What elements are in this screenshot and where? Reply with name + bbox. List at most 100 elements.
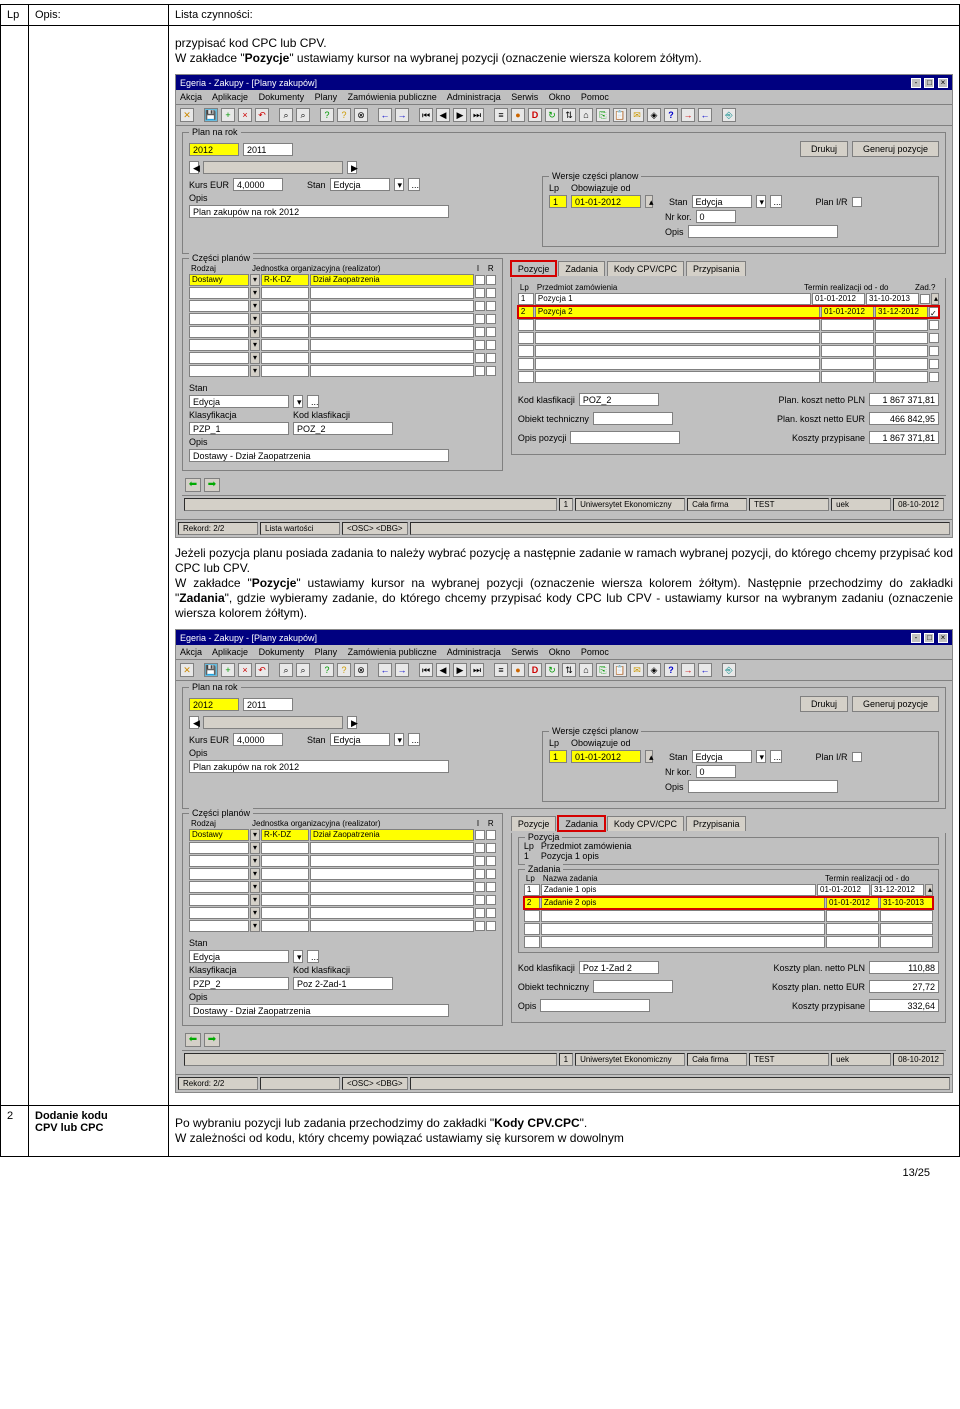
jedn-code[interactable]: R-K-DZ [261,829,309,841]
wersja-data[interactable]: 01-01-2012 [571,750,641,763]
scroll-right[interactable]: ▶ [347,716,357,729]
jedn-code[interactable]: R-K-DZ [261,274,309,286]
undo-icon[interactable]: ↶ [255,663,269,677]
tab-pozycje[interactable]: Pozycje [511,261,557,276]
poz-name[interactable]: Pozycja 1 [535,293,811,305]
r-checkbox[interactable] [486,830,496,840]
dropdown-icon[interactable]: ▾ [250,829,260,841]
zad-d2[interactable]: 31-10-2013 [880,897,933,909]
undo-icon[interactable]: ↶ [255,108,269,122]
poz-d2[interactable]: 31-12-2012 [875,306,928,318]
menu-item[interactable]: Administracja [447,92,501,102]
toolbar-icon[interactable]: ⎘ [596,663,610,677]
toolbar-icon[interactable]: ⊗ [354,108,368,122]
menu-item[interactable]: Akcja [180,92,202,102]
opis-field[interactable]: Plan zakupów na rok 2012 [189,205,449,218]
toolbar-icon[interactable]: ↻ [545,108,559,122]
toolbar-icon[interactable]: ← [698,663,712,677]
delete-icon[interactable]: × [238,108,252,122]
save-icon[interactable]: 💾 [204,663,218,677]
wersja-lp[interactable]: 1 [549,750,567,763]
prev-icon[interactable]: ← [378,108,392,122]
menu-item[interactable]: Serwis [511,92,538,102]
menu-item[interactable]: Zamówienia publiczne [348,647,437,657]
stan2-field[interactable]: Edycja [692,750,752,763]
back-icon[interactable]: ◀ [436,108,450,122]
kodklas2-field[interactable]: POZ_2 [579,393,659,406]
menu-item[interactable]: Aplikacje [212,647,248,657]
menu-item[interactable]: Pomoc [581,92,609,102]
prev-icon[interactable]: ← [378,663,392,677]
year2-field[interactable]: 2011 [243,143,293,156]
poz-d2[interactable]: 31-10-2013 [866,293,919,305]
generate-button[interactable]: Generuj pozycje [852,696,939,712]
opis-field[interactable]: Plan zakupów na rok 2012 [189,760,449,773]
stan2-field[interactable]: Edycja [692,195,752,208]
toolbar-icon[interactable]: ← [698,108,712,122]
last-icon[interactable]: ⏭ [470,663,484,677]
toolbar-icon[interactable]: 📋 [613,108,627,122]
obt-field[interactable] [593,412,673,425]
dropdown-icon[interactable]: ▾ [293,950,303,963]
delete-icon[interactable]: × [238,663,252,677]
stan3-field[interactable]: Edycja [189,395,289,408]
toolbar-icon[interactable]: ✕ [180,108,194,122]
nav-next-icon[interactable]: ➡ [204,1033,220,1047]
scroll-left[interactable]: ◀ [189,716,199,729]
nrkor-field[interactable]: 0 [696,210,736,223]
dropdown-icon[interactable]: ▾ [394,733,404,746]
poz-lp[interactable]: 2 [518,306,534,318]
r-checkbox[interactable] [486,275,496,285]
toolbar-icon[interactable]: ⇅ [562,108,576,122]
toolbar-icon[interactable]: ◈ [647,108,661,122]
toolbar-icon[interactable]: ≡ [494,108,508,122]
dropdown-icon[interactable]: ▾ [756,195,766,208]
menu-item[interactable]: Okno [549,92,571,102]
poz-lp[interactable]: 1 [524,851,540,861]
zad-lp[interactable]: 1 [524,884,540,896]
menu-item[interactable]: Okno [549,647,571,657]
stan-field[interactable]: Edycja [330,733,390,746]
kodklas-field[interactable]: POZ_2 [293,422,393,435]
opis4-field[interactable] [540,999,650,1012]
wersja-data[interactable]: 01-01-2012 [571,195,641,208]
first-icon[interactable]: ⏮ [419,108,433,122]
jedn-cell[interactable]: Dział Zaopatrzenia [310,274,474,286]
toolbar-icon[interactable]: ⇅ [562,663,576,677]
menu-item[interactable]: Zamówienia publiczne [348,92,437,102]
close-icon[interactable]: × [938,633,948,643]
nav-next-icon[interactable]: ➡ [204,478,220,492]
i-checkbox[interactable] [475,830,485,840]
lookup-button[interactable]: ... [307,395,319,408]
toolbar-icon[interactable]: ? [337,108,351,122]
lookup-button[interactable]: ... [408,178,420,191]
toolbar-icon[interactable]: ✕ [180,663,194,677]
menu-item[interactable]: Plany [315,92,338,102]
forward-icon[interactable]: ▶ [453,108,467,122]
lookup-button[interactable]: ... [307,950,319,963]
next-icon[interactable]: → [395,108,409,122]
toolbar-icon[interactable]: ≡ [494,663,508,677]
nav-prev-icon[interactable]: ⬅ [185,1033,201,1047]
zad-name[interactable]: Zadanie 2 opis [541,897,825,909]
toolbar-icon[interactable]: 📋 [613,663,627,677]
menu-item[interactable]: Administracja [447,647,501,657]
nav-prev-icon[interactable]: ⬅ [185,478,201,492]
toolbar-icon[interactable]: ◈ [647,663,661,677]
query-icon[interactable]: ⌕ [279,663,293,677]
menu-item[interactable]: Pomoc [581,647,609,657]
wersja-lp[interactable]: 1 [549,195,567,208]
planir-checkbox[interactable] [852,752,862,762]
toolbar-icon[interactable]: ⌂ [579,108,593,122]
first-icon[interactable]: ⏮ [419,663,433,677]
poz-lp[interactable]: 1 [518,293,534,305]
query-icon[interactable]: ⌕ [296,663,310,677]
stan3-field[interactable]: Edycja [189,950,289,963]
minimize-icon[interactable]: - [911,78,921,88]
generate-button[interactable]: Generuj pozycje [852,141,939,157]
opispoz-field[interactable] [570,431,680,444]
maximize-icon[interactable]: □ [924,633,934,643]
scroll-right[interactable]: ▶ [347,161,357,174]
lookup-button[interactable]: ... [770,750,782,763]
planir-checkbox[interactable] [852,197,862,207]
